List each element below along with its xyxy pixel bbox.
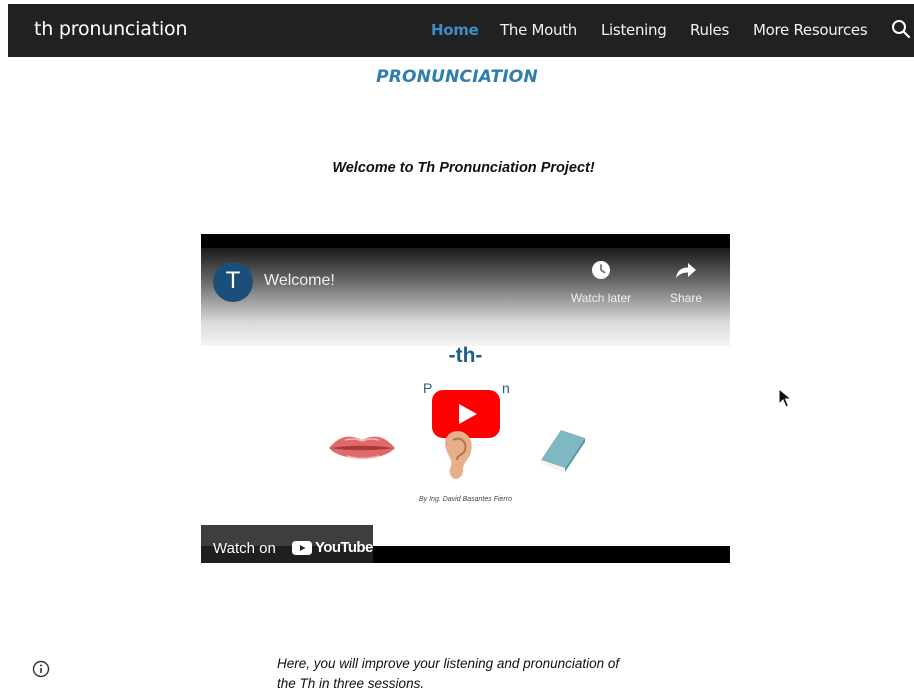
video-title[interactable]: Welcome! [264, 272, 335, 290]
thumbnail-subtitle-left: P [423, 380, 433, 396]
search-icon[interactable] [891, 19, 911, 39]
mouse-cursor-icon [778, 388, 792, 408]
lips-illustration [329, 436, 395, 459]
share-label: Share [669, 291, 703, 305]
share-arrow-icon [676, 263, 696, 278]
page-title: PRONUNCIATION [376, 67, 538, 87]
youtube-video-embed[interactable]: T Welcome! Watch later Share -th- P n By… [201, 234, 730, 563]
share-button[interactable]: Share [651, 260, 721, 305]
intro-paragraph: Here, you will improve your listening an… [277, 654, 677, 694]
welcome-heading: Welcome to Th Pronunciation Project! [332, 160, 595, 176]
intro-line-1: Here, you will improve your listening an… [277, 656, 620, 671]
nav-item-listening[interactable]: Listening [601, 21, 667, 39]
watch-later-button[interactable]: Watch later [566, 260, 636, 305]
video-thumbnail[interactable]: T Welcome! Watch later Share -th- P n By… [201, 248, 730, 563]
youtube-wordmark: YouTube [315, 539, 373, 556]
nav-item-the-mouth[interactable]: The Mouth [500, 21, 577, 39]
channel-avatar[interactable]: T [213, 262, 253, 302]
main-nav: Home The Mouth Listening Rules More Reso… [8, 21, 914, 41]
watch-on-youtube-button[interactable]: Watch on YouTube [201, 525, 373, 563]
thumbnail-subtitle-right: n [502, 380, 510, 396]
page-frame-right [906, 0, 914, 694]
watch-later-label: Watch later [570, 291, 632, 305]
info-icon[interactable] [32, 660, 50, 678]
top-navigation-bar: th pronunciation Home The Mouth Listenin… [8, 4, 914, 57]
thumbnail-author: By Ing. David Basantes Fierro [419, 496, 512, 503]
nav-item-home[interactable]: Home [431, 21, 479, 39]
thumbnail-heading: -th- [448, 344, 483, 367]
book-illustration [541, 430, 585, 472]
ear-illustration [445, 431, 472, 479]
page-frame-left [0, 0, 8, 694]
intro-line-2: the Th in three sessions. [277, 676, 425, 691]
youtube-logo-icon [292, 541, 312, 555]
nav-item-rules[interactable]: Rules [690, 21, 729, 39]
clock-icon [592, 261, 610, 279]
watch-on-label: Watch on [213, 540, 276, 557]
nav-item-more-resources[interactable]: More Resources [753, 21, 868, 39]
